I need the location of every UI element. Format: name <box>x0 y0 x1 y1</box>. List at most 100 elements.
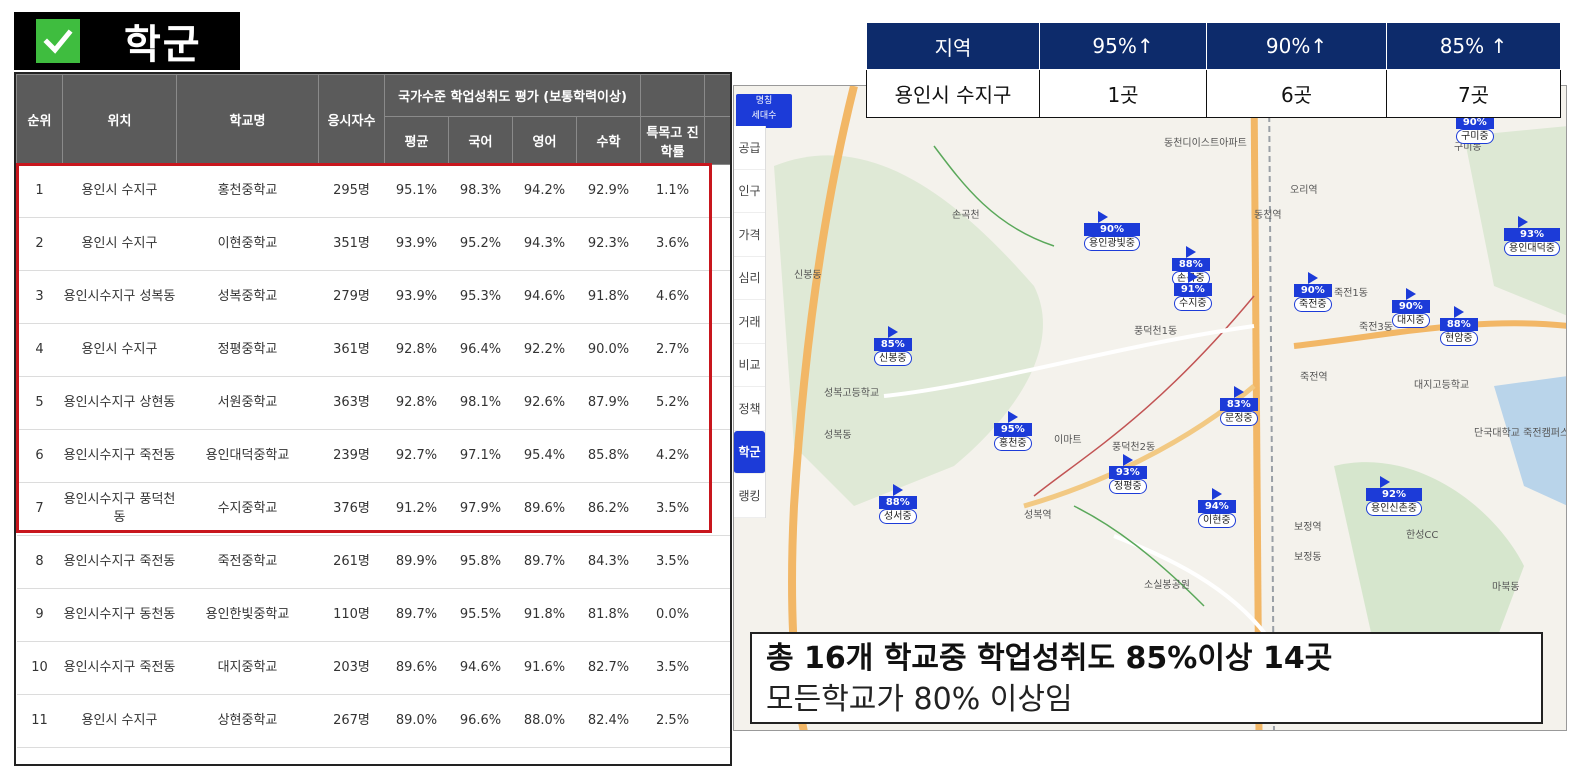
map-place-label: 보정동 <box>1294 552 1322 563</box>
table-row: 11 용인시 수지구 상현중학교 267명 89.0% 96.6% 88.0% 82.4% 2.… <box>16 694 730 748</box>
cell-rank: 11 <box>16 694 63 748</box>
map-place-label: 대지고등학교 <box>1414 380 1470 391</box>
pin-percent: 83% <box>1220 398 1258 411</box>
map-place-label: 마북동 <box>1492 582 1520 593</box>
map-label-toggle[interactable]: 명칭 세대수 <box>736 94 792 128</box>
cell-school: 정평중학교 <box>176 323 319 377</box>
table-row: 8 용인시수지구 죽전동 죽전중학교 261명 89.9% 95.8% 89.7% 84.3%… <box>16 535 730 589</box>
stats-header-85: 85% ↑ <box>1386 22 1561 70</box>
school-pin[interactable]: 91% 수지중 <box>1174 271 1212 311</box>
map-tab-3[interactable]: 가격 <box>734 213 765 257</box>
cell-math: 81.8% <box>576 588 641 642</box>
school-pin[interactable]: 85% 신봉중 <box>874 326 912 366</box>
cell-special: 5.2% <box>640 376 705 430</box>
cell-math: 87.9% <box>576 376 641 430</box>
map-place-label: 오리역 <box>1290 185 1318 196</box>
map-tab-4[interactable]: 심리 <box>734 257 765 300</box>
cell-school: 죽전중학교 <box>176 535 319 589</box>
school-pin[interactable]: 83% 문정중 <box>1220 386 1258 426</box>
cell-math: 92.3% <box>576 217 641 271</box>
flag-icon <box>1123 454 1133 466</box>
cell-korean: 96.6% <box>448 694 513 748</box>
cell-special: 3.6% <box>640 217 705 271</box>
pin-percent: 88% <box>1440 318 1478 331</box>
school-pin[interactable]: 90% 용인광빛중 <box>1084 211 1140 251</box>
map-place-label: 동천디이스트아파트 <box>1164 138 1247 149</box>
cell-english: 89.6% <box>512 482 577 536</box>
cell-blank <box>704 694 730 748</box>
header-school: 학교명 <box>176 74 319 165</box>
map-tab-8[interactable]: 학군 <box>734 430 765 474</box>
pin-school-name: 대지중 <box>1392 313 1430 328</box>
school-pin[interactable]: 92% 용인신촌중 <box>1366 476 1422 516</box>
school-pin[interactable]: 93% 정평중 <box>1109 454 1147 494</box>
header-examinees: 응시자수 <box>318 74 385 165</box>
pin-percent: 91% <box>1174 283 1212 296</box>
pin-school-name: 이현중 <box>1198 513 1236 528</box>
school-pin[interactable]: 94% 이현중 <box>1198 488 1236 528</box>
cell-location: 용인시수지구 죽전동 <box>62 429 177 483</box>
school-pin[interactable]: 95% 홍천중 <box>994 411 1032 451</box>
cell-examinees: 363명 <box>318 376 385 430</box>
map-tab-1[interactable]: 공급 <box>734 126 765 170</box>
stats-header-95: 95%↑ <box>1039 22 1207 70</box>
cell-korean: 97.1% <box>448 429 513 483</box>
map-side-tabs: 공급 인구 가격 심리 거래 비교 정책 학군 랭킹 <box>734 126 766 518</box>
flag-icon <box>1234 386 1244 398</box>
pin-school-name: 용인광빛중 <box>1084 236 1140 251</box>
flag-icon <box>888 326 898 338</box>
cell-location: 용인시 수지구 <box>62 694 177 748</box>
pin-school-name: 신봉중 <box>874 351 912 366</box>
cell-location: 용인시수지구 죽전동 <box>62 641 177 695</box>
cell-english: 94.6% <box>512 270 577 324</box>
school-pin[interactable]: 90% 대지중 <box>1392 288 1430 328</box>
pin-school-name: 용인대덕중 <box>1504 241 1560 256</box>
cell-rank: 9 <box>16 588 63 642</box>
cell-special: 4.2% <box>640 429 705 483</box>
cell-math: 91.8% <box>576 270 641 324</box>
cell-avg: 89.7% <box>384 588 449 642</box>
map-tab-9[interactable]: 랭킹 <box>734 474 765 518</box>
map-tab-6[interactable]: 비교 <box>734 344 765 387</box>
map-tab-2[interactable]: 인구 <box>734 170 765 213</box>
school-pin[interactable]: 90% 죽전중 <box>1294 272 1332 312</box>
flag-icon <box>1308 272 1318 284</box>
cell-rank: 8 <box>16 535 63 589</box>
map-place-label: 동천역 <box>1254 210 1282 221</box>
cell-korean: 94.6% <box>448 641 513 695</box>
summary-headline: 총 16개 학교중 학업성취도 85%이상 14곳 <box>766 641 1333 676</box>
map-tab-5[interactable]: 거래 <box>734 300 765 344</box>
pin-school-name: 죽전중 <box>1294 297 1332 312</box>
school-pin[interactable]: 93% 용인대덕중 <box>1504 216 1560 256</box>
cell-avg: 92.8% <box>384 376 449 430</box>
map-tab-7[interactable]: 정책 <box>734 387 765 431</box>
page-title: 학군 <box>124 22 202 68</box>
school-pin[interactable]: 88% 성서중 <box>879 484 917 524</box>
table-row: 5 용인시수지구 상현동 서원중학교 363명 92.8% 98.1% 92.6% 87.9%… <box>16 376 730 430</box>
cell-rank: 5 <box>16 376 63 430</box>
pin-school-name: 현암중 <box>1440 331 1478 346</box>
cell-blank <box>704 588 730 642</box>
cell-math: 85.8% <box>576 429 641 483</box>
pin-percent: 90% <box>1084 223 1140 236</box>
header-special: 특목고 진학률 <box>640 116 706 165</box>
map-place-label: 성복역 <box>1024 510 1052 521</box>
stats-count-85: 7곳 <box>1386 69 1561 118</box>
table-row: 4 용인시 수지구 정평중학교 361명 92.8% 96.4% 92.2% 90.0% 2.7… <box>16 323 730 377</box>
pin-school-name: 홍천중 <box>994 436 1032 451</box>
header-avg: 평균 <box>384 116 449 165</box>
cell-blank <box>704 429 730 483</box>
cell-english: 91.8% <box>512 588 577 642</box>
map-place-label: 한성CC <box>1406 530 1439 541</box>
header-blank <box>704 116 730 165</box>
school-pin[interactable]: 88% 현암중 <box>1440 306 1478 346</box>
pin-school-name: 문정중 <box>1220 411 1258 426</box>
cell-avg: 89.0% <box>384 694 449 748</box>
cell-rank: 10 <box>16 641 63 695</box>
cell-school: 용인한빛중학교 <box>176 588 319 642</box>
cell-location: 용인시 수지구 <box>62 164 177 218</box>
cell-blank <box>704 535 730 589</box>
map-place-label: 죽전1동 <box>1334 288 1368 299</box>
cell-school: 서원중학교 <box>176 376 319 430</box>
flag-icon <box>1008 411 1018 423</box>
